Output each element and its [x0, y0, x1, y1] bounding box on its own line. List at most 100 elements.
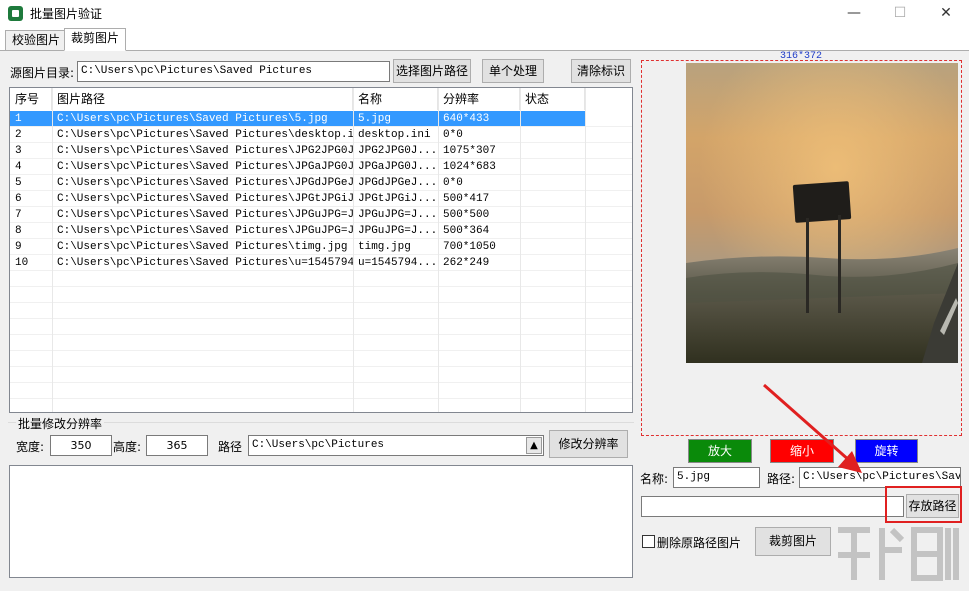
crop-name-input[interactable]: 5.jpg: [673, 467, 760, 488]
table-cell: u=1545794...: [358, 257, 438, 269]
column-header-status[interactable]: 状态: [520, 88, 585, 110]
grid-line: [10, 238, 632, 239]
table-cell: 8: [15, 225, 22, 237]
delete-original-checkbox[interactable]: [642, 535, 655, 548]
grid-line: [52, 88, 53, 412]
table-cell: [520, 111, 585, 127]
zoom-in-button[interactable]: 放大: [688, 439, 752, 463]
table-cell: 700*1050: [443, 241, 496, 253]
table-cell: [520, 127, 585, 143]
crop-image-button[interactable]: 裁剪图片: [755, 527, 831, 556]
table-row[interactable]: 4 C:\Users\pc\Pictures\Saved Pictures\JPG…: [10, 159, 585, 175]
table-cell: 3: [15, 145, 22, 157]
annotation-arrow-icon: [763, 383, 862, 473]
table-row[interactable]: 8 C:\Users\pc\Pictures\Saved Pictures\JPG…: [10, 223, 585, 239]
grid-line: [10, 270, 632, 271]
table-row[interactable]: 9 C:\Users\pc\Pictures\Saved Pictures\tim…: [10, 239, 585, 255]
grid-line: [10, 190, 632, 191]
width-input[interactable]: 350: [50, 435, 112, 456]
table-cell: 0*0: [443, 177, 463, 189]
table-row[interactable]: 5 C:\Users\pc\Pictures\Saved Pictures\JPG…: [10, 175, 585, 191]
height-label: 高度:: [113, 440, 142, 454]
table-cell: [520, 191, 585, 207]
table-cell: [520, 255, 585, 271]
single-process-button[interactable]: 单个处理: [482, 59, 544, 83]
grid-line: [10, 142, 632, 143]
table-cell: desktop.ini: [358, 129, 431, 141]
table-cell: JPG2JPG0J...: [358, 145, 438, 157]
batch-path-input[interactable]: C:\Users\pc\Pictures: [248, 435, 544, 456]
table-cell: 500*417: [443, 193, 490, 205]
grid-line: [520, 88, 521, 412]
grid-line: [10, 318, 632, 319]
table-cell: 4: [15, 161, 22, 173]
table-cell: [520, 159, 585, 175]
minimize-button[interactable]: —: [831, 0, 877, 27]
table-cell: JPGtJPGiJ...: [358, 193, 438, 205]
table-cell: 1075*307: [443, 145, 496, 157]
title-bar: 批量图片验证 — ☐ ✕: [0, 0, 969, 27]
table-cell: C:\Users\pc\Pictures\Saved Pictures\5.jp…: [57, 113, 328, 125]
table-cell: 9: [15, 241, 22, 253]
grid-line: [10, 398, 632, 399]
table-cell: C:\Users\pc\Pictures\Saved Pictures\JPGt…: [57, 193, 353, 205]
select-image-path-button[interactable]: 选择图片路径: [393, 59, 471, 83]
column-header-index[interactable]: 序号: [10, 88, 52, 110]
table-cell: JPGaJPG0J...: [358, 161, 438, 173]
tab-crop-images[interactable]: 裁剪图片: [64, 28, 127, 51]
preview-image: [686, 63, 958, 363]
grid-line: [585, 88, 586, 412]
window-title: 批量图片验证: [30, 7, 103, 21]
table-cell: [520, 223, 585, 239]
table-cell: [520, 207, 585, 223]
maximize-button[interactable]: ☐: [877, 0, 923, 27]
grid-line: [10, 382, 632, 383]
table-cell: 500*364: [443, 225, 490, 237]
batch-path-dropdown-icon[interactable]: ▲: [526, 437, 542, 454]
table-cell: 640*433: [443, 113, 490, 125]
table-cell: 500*500: [443, 209, 490, 221]
grid-line: [10, 302, 632, 303]
table-cell: C:\Users\pc\Pictures\Saved Pictures\u=15…: [57, 257, 353, 269]
table-cell: JPGuJPG=J...: [358, 225, 438, 237]
image-list-table[interactable]: 序号 图片路径 名称 分辨率 状态 1 C:\Users\pc\Pictures\…: [9, 87, 633, 413]
source-dir-label: 源图片目录:: [10, 66, 75, 80]
grid-line: [10, 286, 632, 287]
table-cell: 10: [15, 257, 29, 269]
table-row[interactable]: 7 C:\Users\pc\Pictures\Saved Pictures\JPG…: [10, 207, 585, 223]
table-cell: [520, 239, 585, 255]
tab-verify-images[interactable]: 校验图片: [5, 30, 68, 51]
column-header-resolution[interactable]: 分辨率: [438, 88, 520, 110]
table-row[interactable]: 3 C:\Users\pc\Pictures\Saved Pictures\JPG…: [10, 143, 585, 159]
column-header-path[interactable]: 图片路径: [52, 88, 353, 110]
table-row[interactable]: 2 C:\Users\pc\Pictures\Saved Pictures\des…: [10, 127, 585, 143]
delete-original-label: 删除原路径图片: [657, 536, 742, 550]
table-cell: 6: [15, 193, 22, 205]
preview-size-label: 316*372: [780, 51, 823, 62]
close-button[interactable]: ✕: [923, 0, 969, 27]
batch-path-label: 路径: [218, 440, 243, 454]
grid-line: [438, 88, 439, 412]
clear-marks-button[interactable]: 清除标识: [571, 59, 631, 83]
highlight-box: [885, 486, 962, 523]
table-cell: 5: [15, 177, 22, 189]
table-cell: 0*0: [443, 129, 463, 141]
table-cell: JPGdJPGeJ...: [358, 177, 438, 189]
grid-line: [10, 334, 632, 335]
table-row[interactable]: 10 C:\Users\pc\Pictures\Saved Pictures\u=…: [10, 255, 585, 271]
source-dir-input[interactable]: C:\Users\pc\Pictures\Saved Pictures: [77, 61, 390, 82]
grid-line: [10, 158, 632, 159]
grid-line: [10, 222, 632, 223]
table-cell: JPGuJPG=J...: [358, 209, 438, 221]
column-header-name[interactable]: 名称: [353, 88, 438, 110]
height-input[interactable]: 365: [146, 435, 208, 456]
table-cell: 1024*683: [443, 161, 496, 173]
table-row[interactable]: 6 C:\Users\pc\Pictures\Saved Pictures\JPG…: [10, 191, 585, 207]
table-cell: 1: [15, 113, 22, 125]
save-path-input[interactable]: [641, 496, 904, 517]
table-row[interactable]: 1 C:\Users\pc\Pictures\Saved Pictures\5.j…: [10, 111, 585, 127]
table-cell: C:\Users\pc\Pictures\Saved Pictures\desk…: [57, 129, 353, 141]
log-textarea[interactable]: [9, 465, 633, 578]
batch-group-title: 批量修改分辨率: [16, 415, 105, 432]
modify-resolution-button[interactable]: 修改分辨率: [549, 430, 628, 458]
